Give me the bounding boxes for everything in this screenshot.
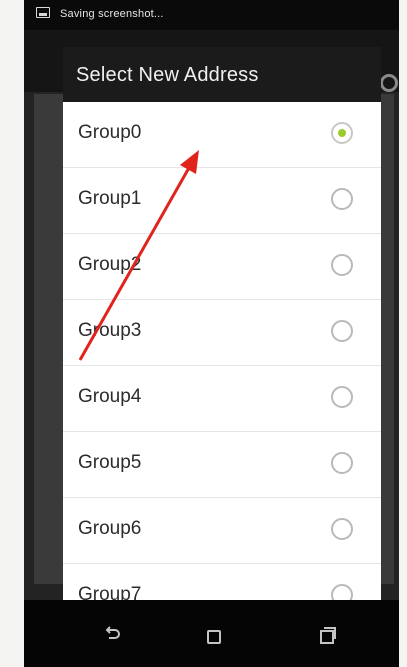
option-group2[interactable]: Group2 (63, 234, 381, 300)
option-label: Group2 (78, 254, 142, 275)
option-group4[interactable]: Group4 (63, 366, 381, 432)
radio-button[interactable] (331, 386, 353, 408)
option-label: Group3 (78, 320, 142, 341)
radio-button-selected[interactable] (331, 122, 353, 144)
option-group7[interactable]: Group7 (63, 564, 381, 600)
option-label: Group7 (78, 584, 142, 600)
radio-button[interactable] (331, 188, 353, 210)
option-label: Group5 (78, 452, 142, 473)
radio-dot (338, 129, 346, 137)
gear-icon[interactable] (380, 74, 398, 92)
radio-button[interactable] (331, 320, 353, 342)
option-group3[interactable]: Group3 (63, 300, 381, 366)
option-group5[interactable]: Group5 (63, 432, 381, 498)
option-label: Group6 (78, 518, 142, 539)
recents-icon[interactable] (320, 627, 336, 644)
back-icon[interactable] (102, 624, 122, 644)
dialog-title: Select New Address (76, 64, 259, 86)
radio-button[interactable] (331, 518, 353, 540)
status-bar: Saving screenshot... (24, 0, 399, 30)
option-label: Group0 (78, 122, 142, 143)
radio-button[interactable] (331, 584, 353, 600)
status-text: Saving screenshot... (60, 8, 164, 20)
dialog-title-bar: Select New Address (63, 47, 381, 102)
option-label: Group1 (78, 188, 142, 209)
radio-button[interactable] (331, 254, 353, 276)
option-group6[interactable]: Group6 (63, 498, 381, 564)
option-group0[interactable]: Group0 (63, 102, 381, 168)
option-label: Group4 (78, 386, 142, 407)
navigation-bar (24, 600, 399, 667)
select-address-dialog: Select New Address Group0 Group1 Group2 … (63, 47, 381, 600)
home-icon[interactable] (207, 630, 221, 644)
screenshot-icon (36, 7, 50, 18)
address-options-list: Group0 Group1 Group2 Group3 Group4 Group… (63, 102, 381, 600)
radio-button[interactable] (331, 452, 353, 474)
phone-screen: Saving screenshot... Select New Address … (24, 0, 399, 667)
option-group1[interactable]: Group1 (63, 168, 381, 234)
